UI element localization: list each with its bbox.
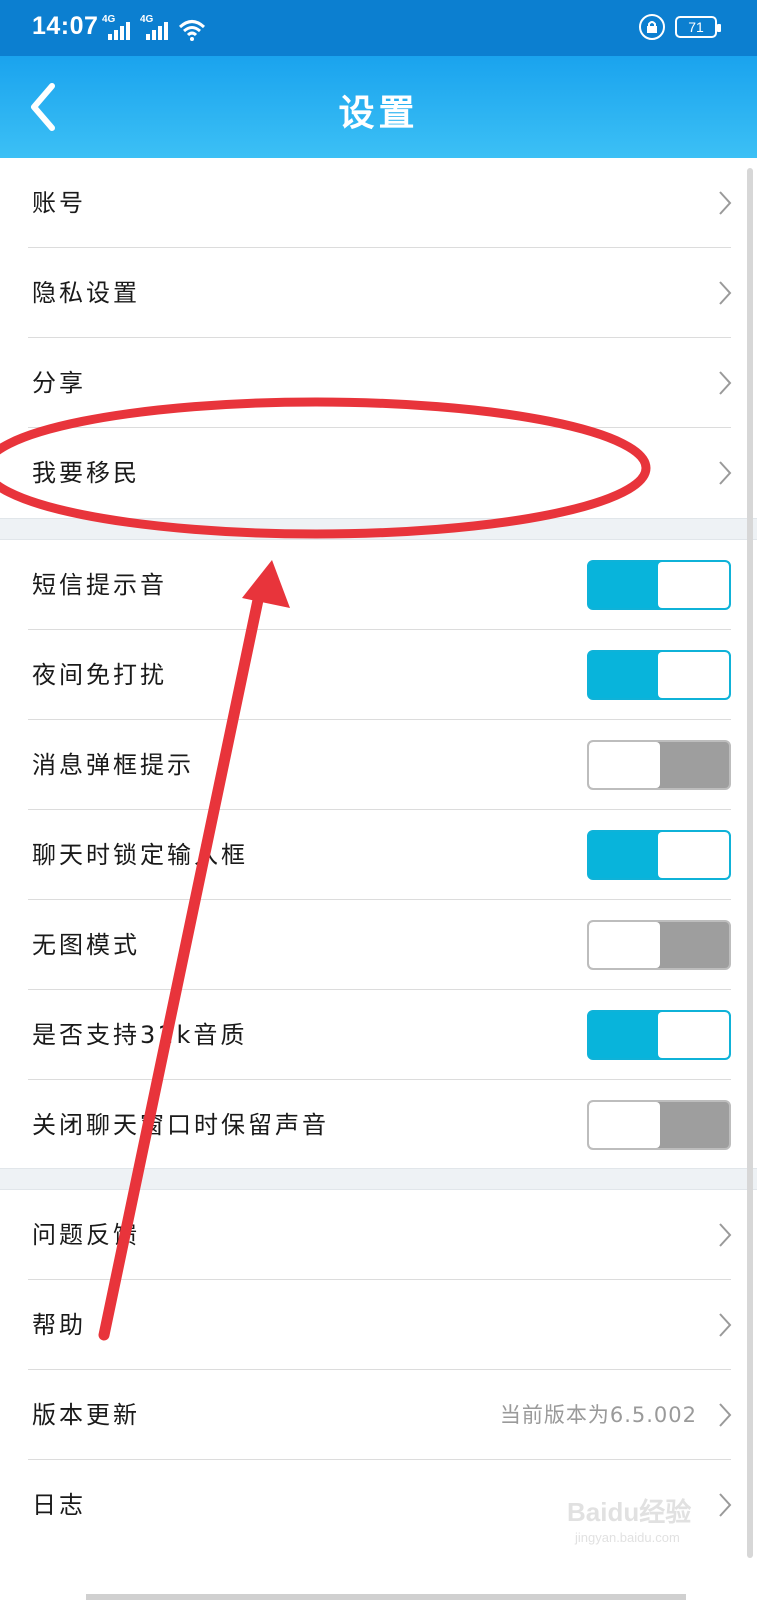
scrollbar[interactable] (747, 168, 753, 1558)
settings-item-help[interactable]: 帮助 (0, 1280, 757, 1370)
toggle-row-sms-sound: 短信提示音 (0, 540, 757, 630)
page-title: 设置 (338, 93, 419, 134)
toggle-row-night-dnd: 夜间免打扰 (0, 630, 757, 720)
rotation-lock-icon (639, 14, 665, 40)
wifi-icon (178, 20, 206, 41)
settings-item-privacy[interactable]: 隐私设置 (0, 248, 757, 338)
version-value: 当前版本为6.5.002 (499, 1403, 697, 1427)
settings-item-label: 账号 (32, 189, 86, 217)
chevron-right-icon (719, 1403, 732, 1427)
battery-icon: 71 (675, 16, 721, 38)
toggle-label: 消息弹框提示 (32, 751, 194, 779)
toggle-row-no-image: 无图模式 (0, 900, 757, 990)
toggle-knob (658, 832, 729, 878)
settings-item-label: 日志 (32, 1491, 86, 1519)
toggle-label: 无图模式 (32, 931, 140, 959)
chevron-right-icon (719, 1493, 732, 1517)
toggle-switch[interactable] (587, 920, 731, 970)
toggle-knob (589, 1102, 660, 1148)
settings-item-label: 隐私设置 (32, 279, 140, 307)
status-bar: 14:07 4G 4G 71 (0, 0, 757, 56)
settings-list: 账号 隐私设置 分享 我要移民 短信提示音 夜间免打扰 消息弹框提示 聊天时锁定… (0, 158, 757, 1600)
toggle-switch[interactable] (587, 740, 731, 790)
toggle-row-keep-sound: 关闭聊天窗口时保留声音 (0, 1080, 757, 1170)
header-bar: 设置 (0, 56, 757, 158)
section-gap (0, 1168, 757, 1190)
chevron-right-icon (719, 461, 732, 485)
toggle-row-lock-input: 聊天时锁定输入框 (0, 810, 757, 900)
battery-level: 71 (688, 19, 704, 35)
settings-item-account[interactable]: 账号 (0, 158, 757, 248)
toggle-knob (658, 1012, 729, 1058)
settings-item-share[interactable]: 分享 (0, 338, 757, 428)
signal-icon: 4G (140, 14, 172, 42)
settings-item-label: 帮助 (32, 1311, 86, 1339)
settings-item-label: 我要移民 (32, 459, 140, 487)
baidu-watermark: Baidu经验 jingyan.baidu.com (567, 1484, 717, 1554)
toggle-knob (589, 742, 660, 788)
status-icons-left: 4G 4G (102, 14, 206, 42)
toggle-label: 是否支持32k音质 (32, 1021, 248, 1049)
settings-item-label: 问题反馈 (32, 1221, 140, 1249)
settings-item-label: 分享 (32, 369, 86, 397)
toggle-label: 短信提示音 (32, 571, 167, 599)
status-time: 14:07 (32, 12, 99, 40)
signal-icon: 4G (102, 14, 134, 42)
toggle-label: 夜间免打扰 (32, 661, 167, 689)
toggle-knob (589, 922, 660, 968)
toggle-switch[interactable] (587, 1010, 731, 1060)
chevron-right-icon (719, 371, 732, 395)
toggle-row-32k-audio: 是否支持32k音质 (0, 990, 757, 1080)
settings-item-version[interactable]: 版本更新 当前版本为6.5.002 (0, 1370, 757, 1460)
chevron-right-icon (719, 281, 732, 305)
settings-item-label: 版本更新 (32, 1401, 140, 1429)
toggle-switch[interactable] (587, 560, 731, 610)
section-gap (0, 518, 757, 540)
chevron-right-icon (719, 1223, 732, 1247)
toggle-switch[interactable] (587, 830, 731, 880)
toggle-switch[interactable] (587, 1100, 731, 1150)
toggle-switch[interactable] (587, 650, 731, 700)
toggle-knob (658, 562, 729, 608)
chevron-right-icon (719, 1313, 732, 1337)
toggle-row-popup: 消息弹框提示 (0, 720, 757, 810)
bottom-edge-strip (86, 1594, 686, 1600)
toggle-label: 关闭聊天窗口时保留声音 (32, 1111, 329, 1139)
toggle-knob (658, 652, 729, 698)
settings-item-migrate[interactable]: 我要移民 (0, 428, 757, 518)
status-icons-right: 71 (639, 14, 721, 40)
settings-item-feedback[interactable]: 问题反馈 (0, 1190, 757, 1280)
watermark-main: Baidu经验 (567, 1497, 692, 1527)
toggle-label: 聊天时锁定输入框 (32, 841, 248, 869)
watermark-sub: jingyan.baidu.com (575, 1530, 680, 1545)
chevron-right-icon (719, 191, 732, 215)
